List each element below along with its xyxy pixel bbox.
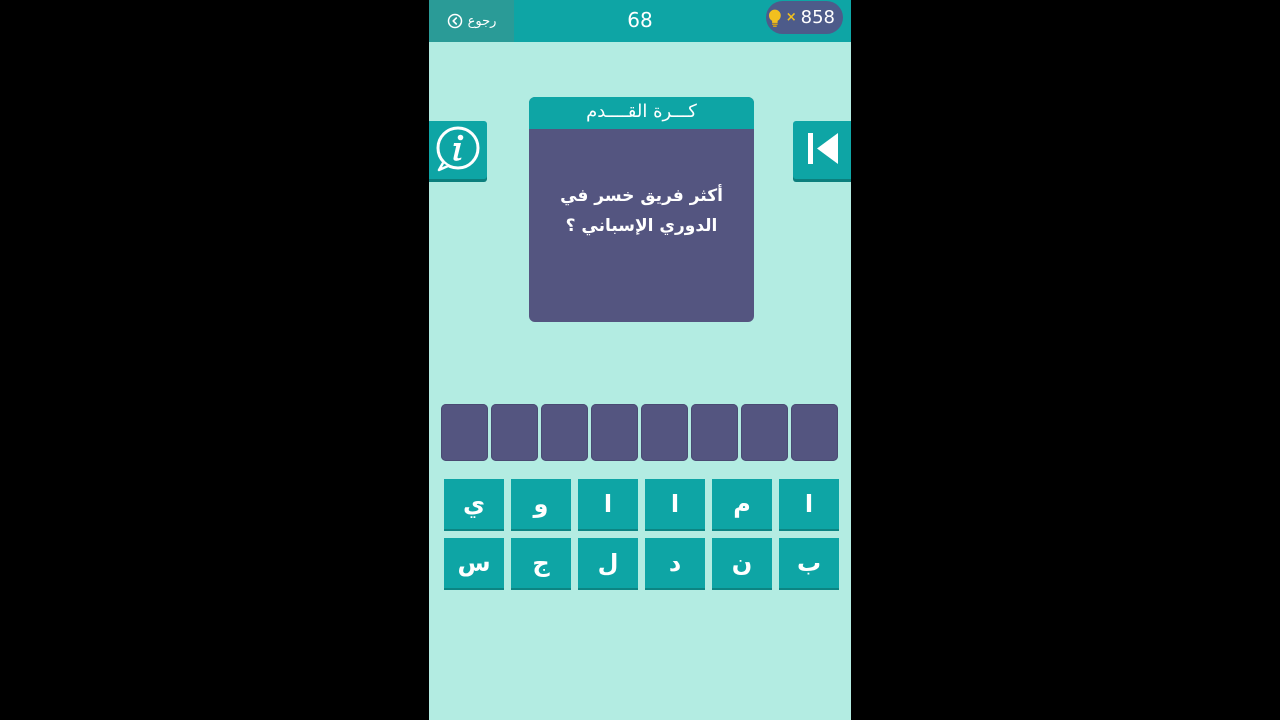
letter-key[interactable]: د: [645, 538, 705, 588]
letter-key[interactable]: ب: [779, 538, 839, 588]
answer-slot[interactable]: [641, 404, 688, 461]
game-screen: 68 رجوع × 858 كـــرة القــــدم أكثر فريق…: [429, 0, 851, 720]
letter-key[interactable]: ج: [511, 538, 571, 588]
answer-slot[interactable]: [741, 404, 788, 461]
answer-slots: [441, 404, 841, 461]
answer-slot[interactable]: [591, 404, 638, 461]
letter-key[interactable]: و: [511, 479, 571, 529]
letter-key[interactable]: ي: [444, 479, 504, 529]
letter-key[interactable]: ل: [578, 538, 638, 588]
info-icon: [436, 126, 480, 172]
letter-key[interactable]: ا: [578, 479, 638, 529]
question-card: كـــرة القــــدم أكثر فريق خسر في الدوري…: [529, 97, 754, 322]
answer-slot[interactable]: [491, 404, 538, 461]
back-label: رجوع: [467, 13, 497, 29]
question-text: أكثر فريق خسر في الدوري الإسباني ؟: [560, 185, 723, 236]
letter-key[interactable]: ا: [645, 479, 705, 529]
lightbulb-icon: [768, 9, 781, 27]
category-title: كـــرة القــــدم: [529, 97, 754, 129]
back-button[interactable]: رجوع: [429, 0, 514, 42]
top-bar: 68 رجوع × 858: [429, 0, 851, 42]
answer-slot[interactable]: [541, 404, 588, 461]
coins-count: 858: [800, 7, 835, 28]
coins-multiplier: ×: [785, 10, 797, 25]
answer-slot[interactable]: [441, 404, 488, 461]
letter-keyboard: ي و ا ا م ا س ج ل د ن ب: [444, 479, 839, 588]
letter-key[interactable]: ا: [779, 479, 839, 529]
letter-key[interactable]: ن: [712, 538, 772, 588]
info-button[interactable]: [429, 121, 487, 179]
hint-coins-badge[interactable]: × 858: [766, 1, 843, 34]
skip-back-icon: [808, 133, 838, 164]
letter-key[interactable]: م: [712, 479, 772, 529]
chevron-left-circle-icon: [447, 13, 462, 29]
skip-button[interactable]: [793, 121, 851, 179]
answer-slot[interactable]: [691, 404, 738, 461]
answer-slot[interactable]: [791, 404, 838, 461]
letter-key[interactable]: س: [444, 538, 504, 588]
